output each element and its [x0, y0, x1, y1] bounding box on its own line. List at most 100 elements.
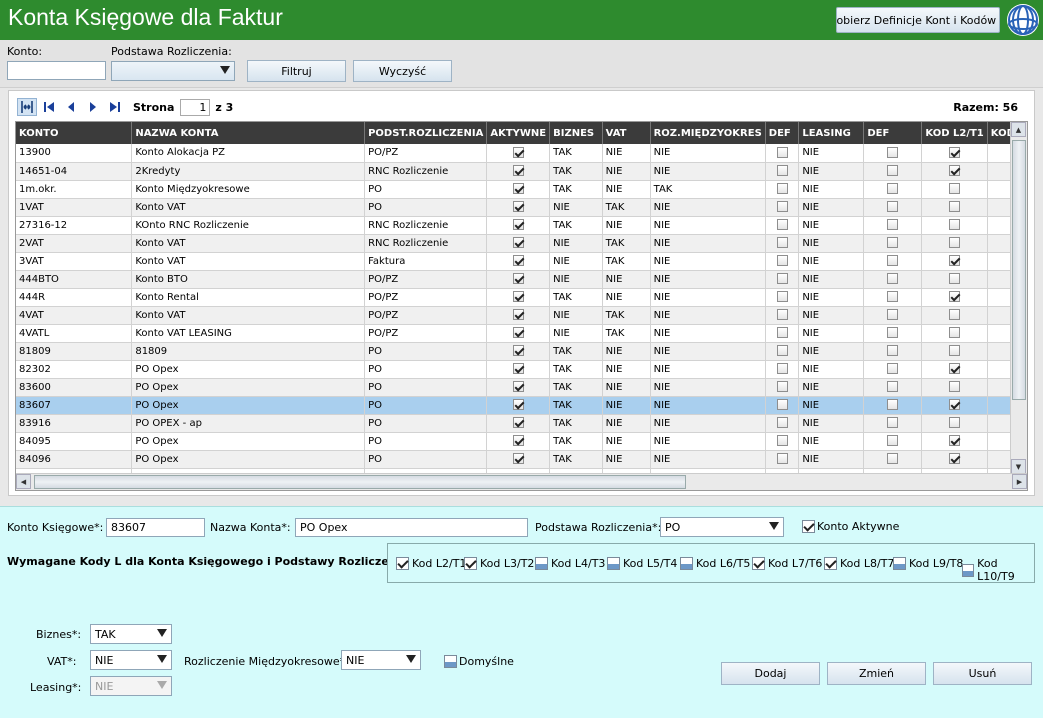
vertical-scroll-thumb[interactable] — [1012, 140, 1026, 400]
checkbox-icon — [949, 399, 961, 411]
table-row[interactable]: 444R Konto Rental PO/PZ TAK NIE NIE NIE — [16, 288, 1027, 307]
table-header-row: KONTO NAZWA KONTA PODST.ROZLICZENIA AKTYWNE… — [16, 122, 1027, 144]
table-row[interactable]: 2VAT Konto VAT RNC Rozliczenie NIE TAK NIE NIE — [16, 234, 1027, 253]
column-header[interactable]: VAT — [602, 122, 651, 144]
checkbox-icon — [949, 201, 961, 213]
column-resize-icon[interactable] — [17, 98, 37, 116]
biznes-select[interactable]: TAK — [90, 624, 172, 644]
domyslne-checkbox-box[interactable] — [444, 655, 457, 668]
cell-podstawa: PO/PZ — [364, 144, 488, 163]
podstawa-filter-select[interactable] — [111, 61, 235, 81]
table-row[interactable]: 82302 PO Opex PO TAK NIE NIE NIE — [16, 360, 1027, 379]
column-header[interactable]: LEASING — [798, 122, 865, 144]
code-checkbox[interactable]: Kod L10/T9 — [962, 557, 1034, 583]
get-definitions-button[interactable]: Pobierz Definicje Kont i Kodów L — [836, 7, 1000, 33]
table-row[interactable]: 83600 PO Opex PO TAK NIE NIE NIE — [16, 378, 1027, 397]
cell-def2 — [863, 252, 923, 271]
cell-nazwa: Konto VAT LEASING — [131, 324, 366, 343]
previous-page-icon[interactable] — [61, 98, 81, 116]
checkbox-icon — [949, 435, 961, 447]
roz-select[interactable]: NIE — [341, 650, 421, 670]
column-header[interactable]: BIZNES — [549, 122, 603, 144]
nazwa-input[interactable]: PO Opex — [295, 518, 528, 537]
code-checkbox[interactable]: Kod L3/T2 — [464, 557, 534, 570]
cell-konto: 81809 — [16, 342, 133, 361]
code-checkbox[interactable]: Kod L8/T7 — [824, 557, 894, 570]
code-checkbox-box[interactable] — [893, 557, 906, 570]
podstawa-filter-label: Podstawa Rozliczenia: — [111, 45, 232, 58]
table-row[interactable]: 84096 PO Opex PO TAK NIE NIE NIE — [16, 450, 1027, 469]
add-button[interactable]: Dodaj — [721, 662, 820, 685]
code-checkbox-box[interactable] — [464, 557, 477, 570]
column-header[interactable]: KOD L2/T1 — [921, 122, 988, 144]
chevron-down-icon — [157, 629, 167, 637]
scroll-down-icon[interactable]: ▼ — [1011, 459, 1026, 474]
column-header[interactable]: ROZ.MIĘDZYOKRES — [650, 122, 766, 144]
domyslne-checkbox[interactable]: Domyślne — [444, 655, 514, 668]
table-row[interactable]: 3VAT Konto VAT Faktura NIE TAK NIE NIE — [16, 252, 1027, 271]
konto-input[interactable]: 83607 — [106, 518, 205, 537]
table-row[interactable]: 1m.okr. Konto Międzyokresowe PO TAK NIE TAK NI… — [16, 180, 1027, 199]
code-checkbox-box[interactable] — [824, 557, 837, 570]
page-number-input[interactable]: 1 — [180, 98, 211, 116]
code-checkbox[interactable]: Kod L2/T1 — [396, 557, 466, 570]
leasing-value: NIE — [95, 680, 114, 693]
code-checkbox-box[interactable] — [535, 557, 548, 570]
cell-podstawa: PO — [364, 198, 488, 217]
horizontal-scrollbar[interactable]: ◀ ▶ — [16, 473, 1027, 490]
table-row[interactable]: 13900 Konto Alokacja PZ PO/PZ TAK NIE NIE NIE — [16, 144, 1027, 163]
column-header[interactable]: AKTYWNE — [486, 122, 551, 144]
table-row[interactable]: 1VAT Konto VAT PO NIE TAK NIE NIE — [16, 198, 1027, 217]
code-checkbox-box[interactable] — [752, 557, 765, 570]
table-row[interactable]: 84095 PO Opex PO TAK NIE NIE NIE — [16, 432, 1027, 451]
delete-button[interactable]: Usuń — [933, 662, 1032, 685]
horizontal-scroll-thumb[interactable] — [34, 475, 686, 489]
last-page-icon[interactable] — [105, 98, 125, 116]
code-checkbox-box[interactable] — [680, 557, 693, 570]
column-header[interactable]: DEF — [863, 122, 923, 144]
checkbox-icon — [949, 237, 961, 249]
checkbox-icon — [887, 381, 899, 393]
code-checkbox-box[interactable] — [962, 563, 975, 577]
cell-biznes: TAK — [549, 144, 603, 163]
aktywne-checkbox[interactable]: Konto Aktywne — [802, 520, 899, 533]
podstawa-select[interactable]: PO — [660, 517, 784, 537]
filter-button[interactable]: Filtruj — [247, 60, 346, 82]
code-checkbox-box[interactable] — [607, 557, 620, 570]
table-row[interactable]: 27316-12 KOnto RNC Rozliczenie RNC Rozlicz… — [16, 216, 1027, 235]
table-row[interactable]: 14651-04 2Kredyty RNC Rozliczenie TAK NIE NIE… — [16, 162, 1027, 181]
scroll-up-icon[interactable]: ▲ — [1011, 122, 1026, 137]
column-header[interactable]: KONTO — [16, 122, 133, 144]
first-page-icon[interactable] — [39, 98, 59, 116]
konto-filter-input[interactable] — [7, 61, 106, 80]
table-row[interactable]: 4VATL Konto VAT LEASING PO/PZ NIE TAK NIE NIE — [16, 324, 1027, 343]
column-header[interactable]: NAZWA KONTA — [131, 122, 366, 144]
clear-button[interactable]: Wyczyść — [353, 60, 452, 82]
table-row[interactable]: 83916 PO OPEX - ap PO TAK NIE NIE NIE — [16, 414, 1027, 433]
column-header[interactable]: DEF — [765, 122, 800, 144]
table-row[interactable]: 4VAT Konto VAT PO/PZ NIE TAK NIE NIE — [16, 306, 1027, 325]
aktywne-checkbox-box[interactable] — [802, 520, 815, 533]
cell-vat: TAK — [602, 324, 651, 343]
code-checkbox-box[interactable] — [396, 557, 409, 570]
vertical-scrollbar[interactable]: ▲ ▼ — [1010, 122, 1027, 474]
cell-vat: NIE — [602, 360, 651, 379]
column-header[interactable]: PODST.ROZLICZENIA — [364, 122, 488, 144]
code-checkbox[interactable]: Kod L6/T5 — [680, 557, 750, 570]
table-row[interactable]: 81809 81809 PO TAK NIE NIE NIE — [16, 342, 1027, 361]
checkbox-icon — [949, 291, 961, 303]
scroll-left-icon[interactable]: ◀ — [16, 474, 31, 489]
code-checkbox[interactable]: Kod L4/T3 — [535, 557, 605, 570]
code-checkbox[interactable]: Kod L9/T8 — [893, 557, 963, 570]
scroll-right-icon[interactable]: ▶ — [1012, 474, 1027, 489]
checkbox-icon — [949, 309, 961, 321]
table-row[interactable]: 83607 PO Opex PO TAK NIE NIE NIE — [16, 396, 1027, 415]
change-button[interactable]: Zmień — [827, 662, 926, 685]
code-checkbox[interactable]: Kod L7/T6 — [752, 557, 822, 570]
checkbox-icon — [776, 435, 788, 447]
code-checkbox[interactable]: Kod L5/T4 — [607, 557, 677, 570]
vat-select[interactable]: NIE — [90, 650, 172, 670]
next-page-icon[interactable] — [83, 98, 103, 116]
table-row[interactable]: 444BTO Konto BTO PO/PZ NIE NIE NIE NIE — [16, 270, 1027, 289]
cell-def1 — [765, 450, 800, 469]
